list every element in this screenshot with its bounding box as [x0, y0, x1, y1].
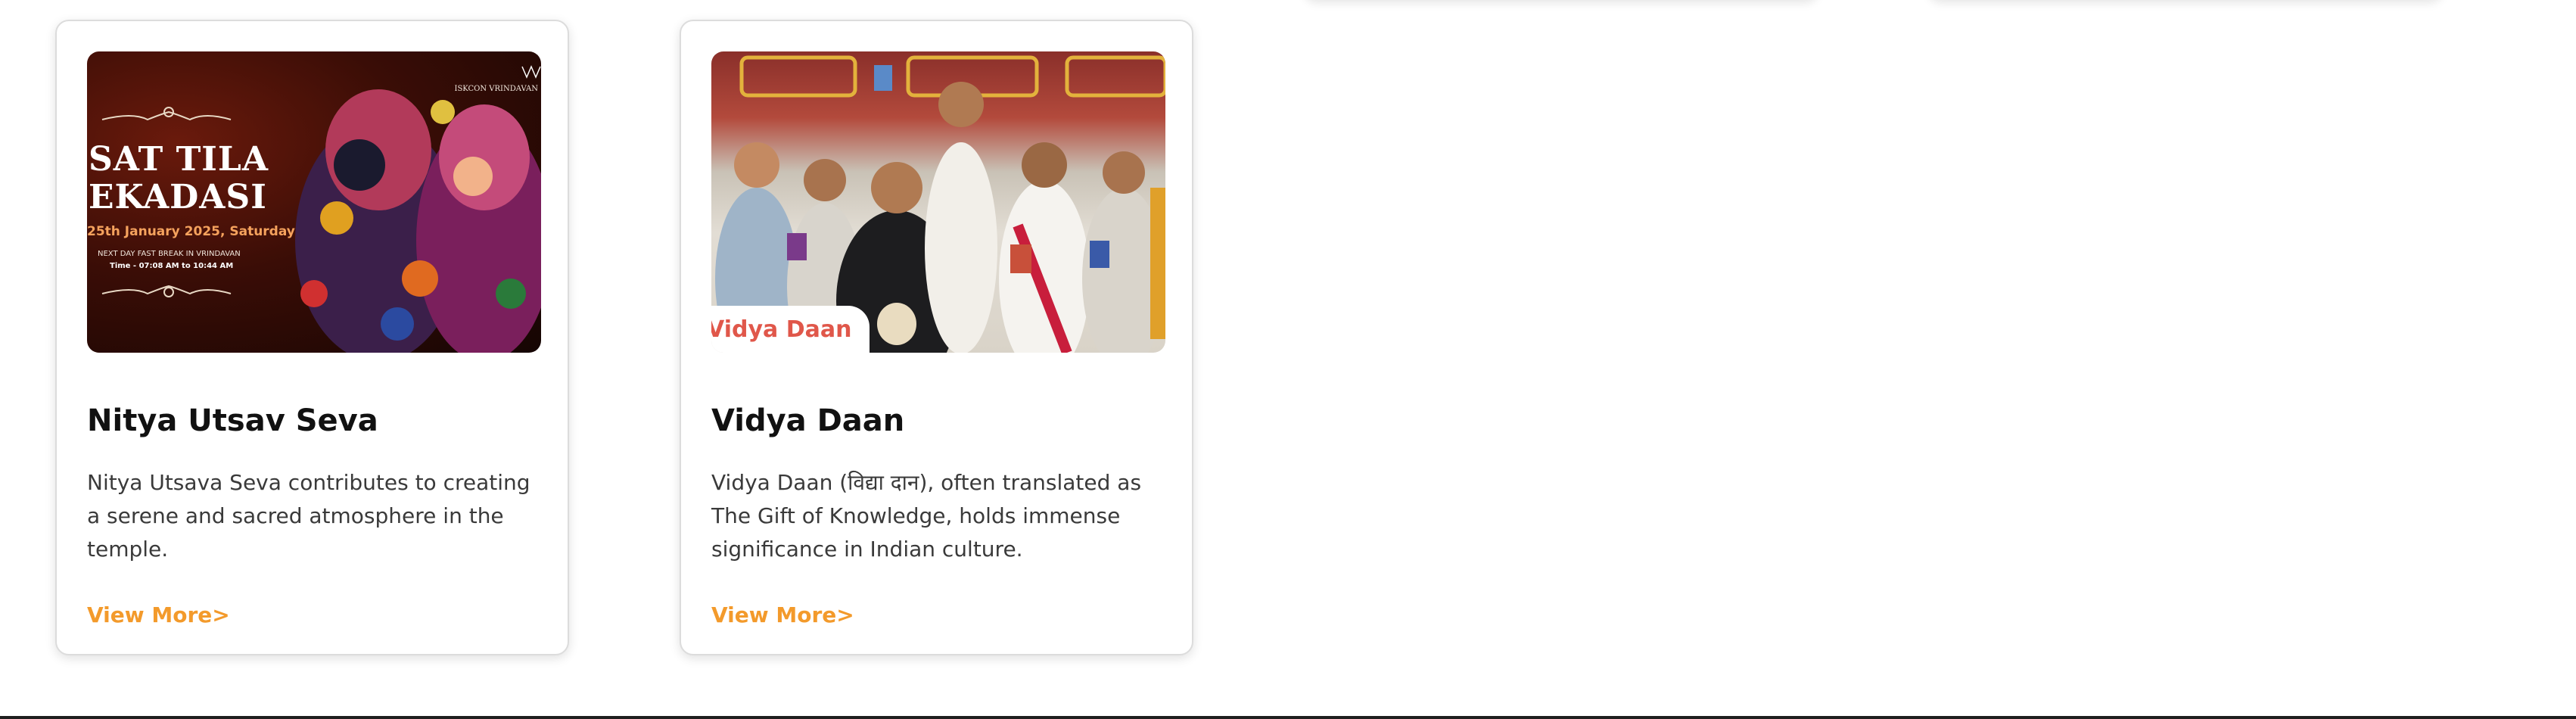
view-more-link[interactable]: View More> [87, 602, 230, 627]
card-title: Nitya Utsav Seva [87, 403, 378, 438]
seva-card-nitya-utsav: SAT TILA EKADASI 25th January 2025, Satu… [55, 20, 569, 655]
poster-next-day: NEXT DAY FAST BREAK IN VRINDAVAN [98, 250, 241, 258]
card-image-ekadasi-poster[interactable]: SAT TILA EKADASI 25th January 2025, Satu… [87, 51, 541, 353]
card-description: Nitya Utsava Seva contributes to creatin… [87, 470, 530, 562]
poster-org-logo: ISKCON VRINDAVAN [454, 85, 539, 93]
card-image-vidya-daan-photo[interactable]: Vidya Daan [711, 51, 1165, 353]
footer-divider [0, 716, 2576, 719]
seva-card-vidya-daan: Vidya Daan Vidya Daan Vidya Daan (विद्या… [680, 20, 1193, 655]
image-badge: Vidya Daan [711, 306, 870, 353]
view-more-link[interactable]: View More> [711, 602, 854, 627]
card-title: Vidya Daan [711, 403, 905, 438]
poster-title: SAT TILA EKADASI [89, 140, 269, 216]
poster-time: Time - 07:08 AM to 10:44 AM [110, 262, 234, 270]
card-description: Vidya Daan (विद्या दान), often translate… [711, 470, 1142, 562]
poster-date: 25th January 2025, Saturday [87, 224, 295, 239]
